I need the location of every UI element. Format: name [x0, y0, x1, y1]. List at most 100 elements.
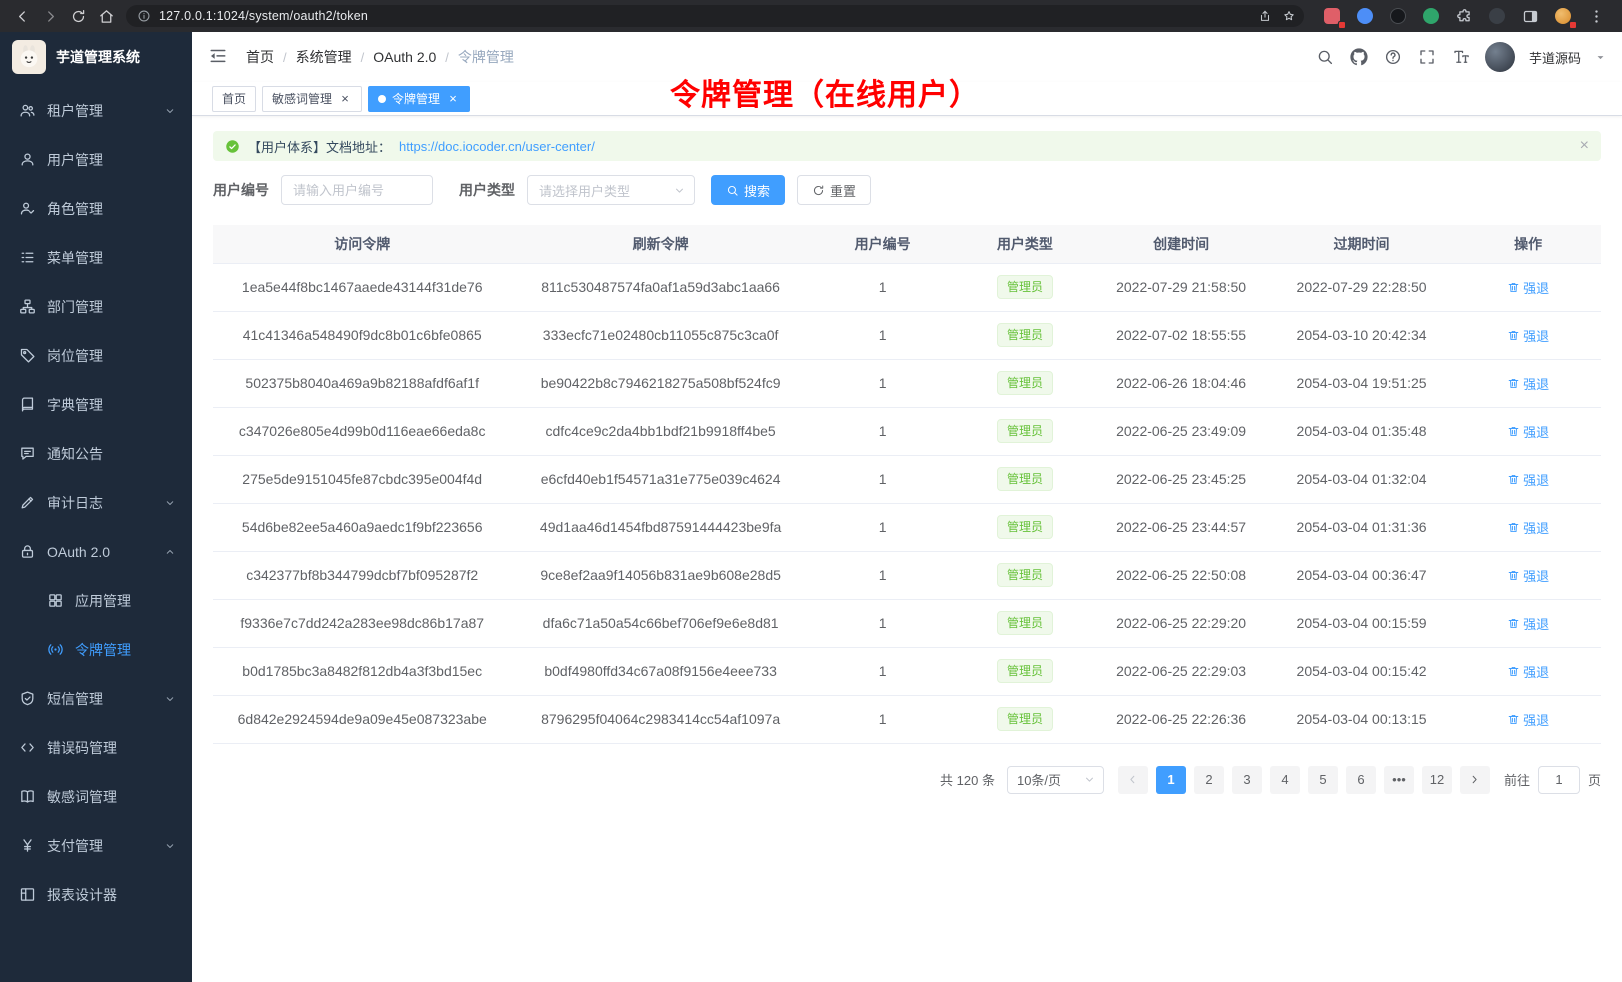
page-size-select[interactable]: 10条/页 [1007, 766, 1104, 794]
goto-page-input[interactable] [1538, 766, 1580, 794]
reset-button[interactable]: 重置 [797, 175, 871, 205]
table-body: 1ea5e44f8bc1467aaede43144f31de76811c5304… [213, 263, 1601, 743]
extension-icon-dark[interactable] [1388, 6, 1408, 26]
browser-reload-icon[interactable] [64, 2, 92, 30]
action-label: 强退 [1523, 614, 1549, 633]
help-icon[interactable] [1383, 47, 1403, 67]
menu-label: 部门管理 [47, 297, 103, 317]
extension-icon-blue[interactable] [1355, 6, 1375, 26]
user-avatar[interactable] [1485, 42, 1515, 72]
search-button[interactable]: 搜索 [711, 175, 785, 205]
doc-link[interactable]: https://doc.iocoder.cn/user-center/ [399, 139, 595, 154]
share-icon[interactable] [1256, 7, 1274, 25]
chevron-down-icon[interactable] [1595, 52, 1606, 63]
browser-back-icon[interactable] [8, 2, 36, 30]
fullscreen-icon[interactable] [1417, 47, 1437, 67]
sidebar-item-pay[interactable]: 支付管理 [0, 821, 192, 870]
user-id-label: 用户编号 [213, 180, 269, 200]
browser-home-icon[interactable] [92, 2, 120, 30]
github-icon[interactable] [1349, 47, 1369, 67]
force-logout-button[interactable]: 强退 [1507, 278, 1549, 297]
goto-label: 前往 [1504, 770, 1530, 789]
page-list: 123456•••12 [1152, 766, 1456, 794]
close-icon[interactable]: × [338, 92, 352, 106]
cell-created-time: 2022-07-29 21:58:50 [1094, 263, 1268, 311]
menu-label: 菜单管理 [47, 248, 103, 268]
extension-icon-green[interactable] [1421, 6, 1441, 26]
cell-created-time: 2022-06-25 22:29:03 [1094, 647, 1268, 695]
sidebar-item-report[interactable]: 报表设计器 [0, 870, 192, 919]
sidebar-item-notice[interactable]: 通知公告 [0, 429, 192, 478]
page-ellipsis[interactable]: ••• [1384, 766, 1414, 794]
browser-forward-icon[interactable] [36, 2, 64, 30]
sidebar-item-dict[interactable]: 字典管理 [0, 380, 192, 429]
sidebar-item-audit-log[interactable]: 审计日志 [0, 478, 192, 527]
sidebar-item-error-code[interactable]: 错误码管理 [0, 723, 192, 772]
sidebar-item-dept[interactable]: 部门管理 [0, 282, 192, 331]
extensions-puzzle-icon[interactable] [1454, 6, 1474, 26]
breadcrumb-system[interactable]: 系统管理 [296, 47, 352, 67]
tab-sensitive-word[interactable]: 敏感词管理× [262, 86, 362, 112]
select-placeholder: 请选择用户类型 [539, 181, 630, 200]
force-logout-button[interactable]: 强退 [1507, 614, 1549, 633]
breadcrumb-home[interactable]: 首页 [246, 47, 274, 67]
sidebar-item-sms[interactable]: 短信管理 [0, 674, 192, 723]
extension-icon-pink[interactable] [1322, 6, 1342, 26]
sidebar-item-menu[interactable]: 菜单管理 [0, 233, 192, 282]
close-icon[interactable]: × [446, 92, 460, 106]
page-button-3[interactable]: 3 [1232, 766, 1262, 794]
search-button-label: 搜索 [744, 181, 770, 200]
font-size-icon[interactable] [1451, 47, 1471, 67]
force-logout-button[interactable]: 强退 [1507, 566, 1549, 585]
column-header: 访问令牌 [213, 225, 511, 263]
tab-home[interactable]: 首页 [212, 86, 256, 112]
shield-icon [19, 690, 36, 707]
check-circle-icon [225, 139, 240, 154]
page-button-6[interactable]: 6 [1346, 766, 1376, 794]
app-icon [47, 592, 64, 609]
browser-menu-icon[interactable] [1586, 6, 1606, 26]
page-button-4[interactable]: 4 [1270, 766, 1300, 794]
force-logout-button[interactable]: 强退 [1507, 518, 1549, 537]
force-logout-button[interactable]: 强退 [1507, 422, 1549, 441]
force-logout-button[interactable]: 强退 [1507, 470, 1549, 489]
search-icon[interactable] [1315, 47, 1335, 67]
sidebar-item-oauth2-token[interactable]: 令牌管理 [0, 625, 192, 674]
page-button-1[interactable]: 1 [1156, 766, 1186, 794]
user-type-badge: 管理员 [997, 323, 1053, 347]
force-logout-button[interactable]: 强退 [1507, 326, 1549, 345]
tab-oauth2-token[interactable]: 令牌管理× [368, 86, 470, 112]
username[interactable]: 芋道源码 [1529, 48, 1581, 67]
force-logout-button[interactable]: 强退 [1507, 662, 1549, 681]
sidebar-item-oauth2[interactable]: OAuth 2.0 [0, 527, 192, 576]
site-info-icon[interactable] [136, 8, 152, 24]
app-logo[interactable]: 芋道管理系统 [0, 32, 192, 82]
bookmark-star-icon[interactable] [1280, 7, 1298, 25]
sidebar-item-user[interactable]: 用户管理 [0, 135, 192, 184]
sidebar-item-role[interactable]: 角色管理 [0, 184, 192, 233]
sidebar-item-post[interactable]: 岗位管理 [0, 331, 192, 380]
cell-user-type: 管理员 [956, 311, 1095, 359]
alert-close-icon[interactable]: × [1580, 138, 1589, 154]
page-unit-label: 页 [1588, 770, 1601, 789]
action-label: 强退 [1523, 662, 1549, 681]
sidebar-toggle-icon[interactable] [208, 46, 230, 68]
page-button-12[interactable]: 12 [1422, 766, 1452, 794]
url-bar[interactable]: 127.0.0.1:1024/system/oauth2/token [126, 5, 1304, 27]
force-logout-button[interactable]: 强退 [1507, 710, 1549, 729]
extension-icon-dark2[interactable] [1487, 6, 1507, 26]
browser-profile-avatar[interactable] [1553, 6, 1573, 26]
next-page-button[interactable] [1460, 766, 1490, 794]
breadcrumb-oauth2[interactable]: OAuth 2.0 [373, 49, 436, 65]
column-header: 过期时间 [1268, 225, 1455, 263]
sidebar-item-oauth2-app[interactable]: 应用管理 [0, 576, 192, 625]
page-button-5[interactable]: 5 [1308, 766, 1338, 794]
force-logout-button[interactable]: 强退 [1507, 374, 1549, 393]
prev-page-button[interactable] [1118, 766, 1148, 794]
page-button-2[interactable]: 2 [1194, 766, 1224, 794]
sidebar-item-sensitive-word[interactable]: 敏感词管理 [0, 772, 192, 821]
user-id-input[interactable] [281, 175, 433, 205]
user-type-select[interactable]: 请选择用户类型 [527, 175, 695, 205]
sidebar-item-tenant[interactable]: 租户管理 [0, 86, 192, 135]
side-panel-icon[interactable] [1520, 6, 1540, 26]
